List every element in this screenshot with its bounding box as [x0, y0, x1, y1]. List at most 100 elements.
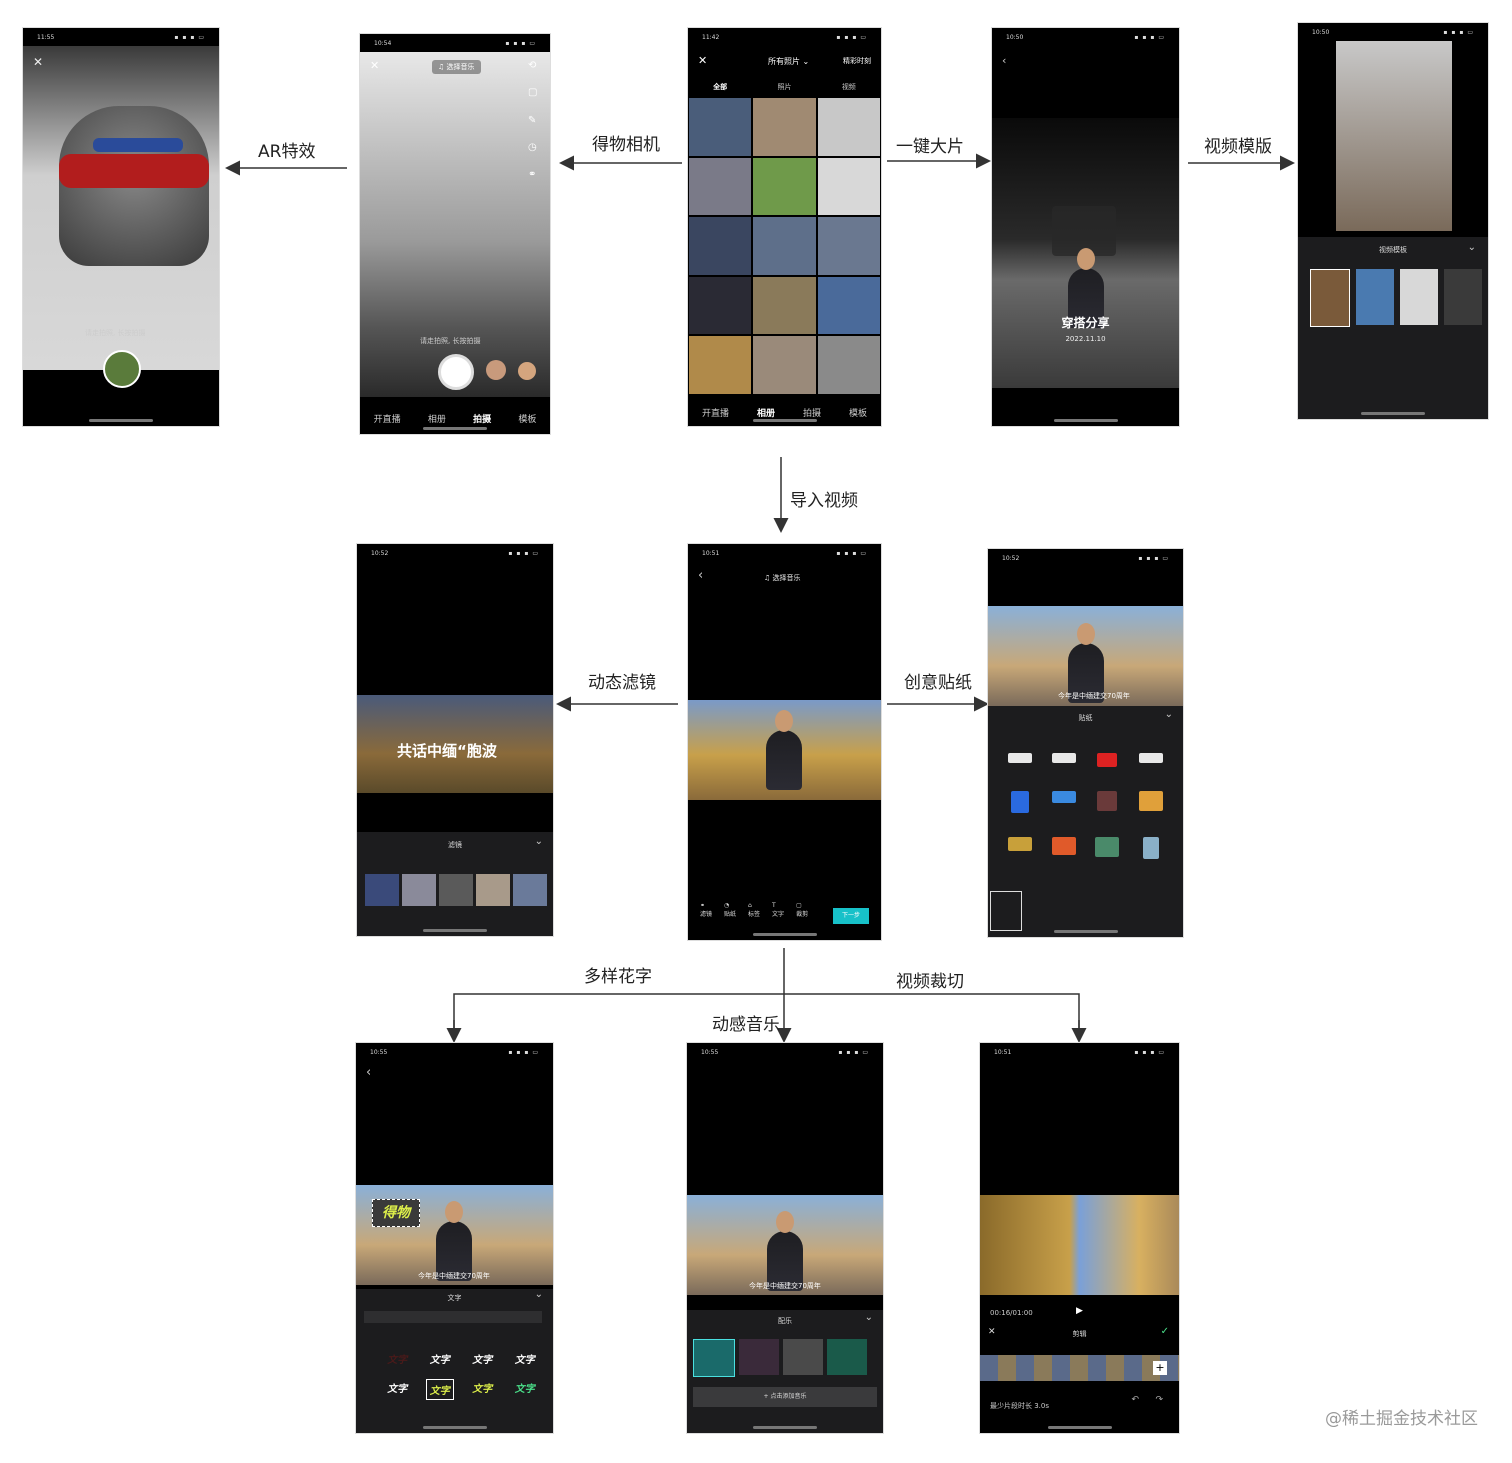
chevron-down-icon[interactable]: ⌄: [535, 836, 543, 847]
undo-icon[interactable]: ↶: [1131, 1395, 1139, 1405]
add-music-button[interactable]: + 点击添加音乐: [693, 1387, 877, 1407]
tab-live[interactable]: 开直播: [374, 412, 401, 425]
text-style-item[interactable]: 文字: [430, 1351, 450, 1366]
tool-filter[interactable]: ⚭ 滤镜: [700, 902, 712, 918]
media-thumb[interactable]: [753, 217, 816, 275]
album-selector[interactable]: 所有照片 ⌄: [768, 56, 809, 67]
sticker-item[interactable]: [1139, 753, 1164, 763]
chevron-down-icon[interactable]: ⌄: [865, 1312, 873, 1323]
sticker-item[interactable]: [1095, 837, 1120, 857]
flip-icon[interactable]: ⟲: [528, 60, 542, 71]
media-thumb[interactable]: [753, 276, 816, 335]
tab-album[interactable]: 相册: [757, 406, 775, 419]
template-item[interactable]: [1310, 269, 1350, 327]
tab-photo[interactable]: 照片: [777, 82, 791, 92]
media-thumb[interactable]: [753, 157, 816, 216]
shutter-button[interactable]: [103, 350, 141, 388]
media-thumb[interactable]: [817, 157, 880, 216]
text-style-item[interactable]: 文字: [472, 1351, 492, 1366]
avatar[interactable]: [518, 362, 536, 380]
tab-shoot[interactable]: 拍摄: [803, 406, 821, 419]
chevron-down-icon[interactable]: ⌄: [535, 1289, 543, 1300]
tool-text[interactable]: T 文字: [772, 902, 784, 918]
ratio-icon[interactable]: ▢: [528, 87, 542, 98]
text-style-item[interactable]: 文字: [425, 1379, 454, 1400]
tab-video[interactable]: 视频: [842, 82, 856, 92]
sticker-item[interactable]: [1007, 753, 1032, 763]
sticker-item[interactable]: [1010, 791, 1029, 813]
media-thumb[interactable]: [817, 98, 880, 156]
music-item[interactable]: [827, 1339, 867, 1375]
beauty-icon[interactable]: ✎: [528, 115, 542, 126]
template-item[interactable]: [1444, 269, 1482, 325]
text-style-item[interactable]: 文字: [387, 1351, 407, 1366]
media-thumb[interactable]: [689, 157, 752, 216]
sticker-item[interactable]: [1097, 791, 1118, 811]
music-picker[interactable]: ♫ 选择音乐: [764, 573, 801, 583]
tab-template[interactable]: 模板: [518, 412, 536, 425]
text-sticker-logo[interactable]: 得物: [372, 1199, 420, 1227]
media-thumb[interactable]: [817, 217, 880, 275]
media-thumb[interactable]: [817, 276, 880, 335]
text-input[interactable]: [364, 1311, 542, 1323]
template-item[interactable]: [1400, 269, 1438, 325]
avatar[interactable]: [486, 360, 506, 380]
media-thumb[interactable]: [689, 98, 752, 156]
back-icon[interactable]: ‹: [698, 568, 703, 583]
template-preview: [1336, 41, 1452, 231]
tab-live[interactable]: 开直播: [702, 406, 729, 419]
filter-icon[interactable]: ⚭: [528, 169, 542, 180]
sticker-item[interactable]: [1007, 837, 1032, 851]
text-style-item[interactable]: 文字: [515, 1380, 535, 1399]
tool-sticker[interactable]: ◔ 贴纸: [724, 902, 736, 918]
chevron-down-icon[interactable]: ⌄: [1165, 709, 1173, 720]
next-button[interactable]: 下一步: [833, 908, 869, 924]
redo-icon[interactable]: ↷: [1155, 1395, 1163, 1405]
tool-crop[interactable]: ▢ 裁剪: [796, 902, 808, 918]
sticker-item[interactable]: [1051, 837, 1076, 855]
filter-item[interactable]: [439, 874, 473, 906]
media-thumb[interactable]: [753, 98, 816, 156]
text-style-item[interactable]: 文字: [387, 1380, 407, 1399]
back-icon[interactable]: ‹: [366, 1065, 371, 1080]
close-icon[interactable]: ✕: [698, 54, 707, 67]
tab-shoot[interactable]: 拍摄: [473, 412, 491, 425]
filter-item[interactable]: [476, 874, 510, 906]
template-item[interactable]: [1356, 269, 1394, 325]
filter-item[interactable]: [365, 874, 399, 906]
text-style-item[interactable]: 文字: [515, 1351, 535, 1366]
play-icon[interactable]: ▶: [1076, 1306, 1083, 1316]
media-thumb[interactable]: [689, 217, 752, 275]
filter-item[interactable]: [513, 874, 547, 906]
sticker-item[interactable]: [1051, 753, 1076, 763]
music-item[interactable]: [783, 1339, 823, 1375]
media-thumb[interactable]: [689, 276, 752, 335]
shutter-button[interactable]: [438, 354, 474, 390]
sticker-category-selected[interactable]: [990, 891, 1022, 931]
confirm-icon[interactable]: ✓: [1161, 1326, 1169, 1337]
sticker-item[interactable]: [1139, 791, 1164, 811]
music-picker[interactable]: ♫ 选择音乐: [432, 60, 481, 74]
add-clip-button[interactable]: +: [1153, 1361, 1167, 1375]
music-item[interactable]: [739, 1339, 779, 1375]
media-thumb[interactable]: [689, 336, 752, 394]
text-style-item[interactable]: 文字: [472, 1380, 492, 1399]
music-item[interactable]: [693, 1339, 735, 1377]
timer-icon[interactable]: ◷: [528, 142, 542, 153]
sticker-item[interactable]: [1051, 791, 1076, 803]
highlight-link[interactable]: 精彩时刻: [843, 56, 871, 66]
filter-item[interactable]: [402, 874, 436, 906]
close-icon[interactable]: ✕: [33, 55, 43, 69]
close-icon[interactable]: ✕: [370, 59, 379, 72]
chevron-down-icon[interactable]: ⌄: [1468, 242, 1476, 253]
tab-template[interactable]: 模板: [849, 406, 867, 419]
timeline-strip[interactable]: [980, 1355, 1179, 1381]
media-thumb[interactable]: [753, 336, 816, 394]
sticker-item[interactable]: [1143, 837, 1160, 859]
tab-all[interactable]: 全部: [713, 82, 727, 92]
tab-album[interactable]: 相册: [428, 412, 446, 425]
back-icon[interactable]: ‹: [1002, 54, 1006, 67]
tool-tag[interactable]: ⌂ 标签: [748, 902, 760, 918]
media-thumb[interactable]: [817, 336, 880, 394]
sticker-item[interactable]: [1097, 753, 1118, 767]
